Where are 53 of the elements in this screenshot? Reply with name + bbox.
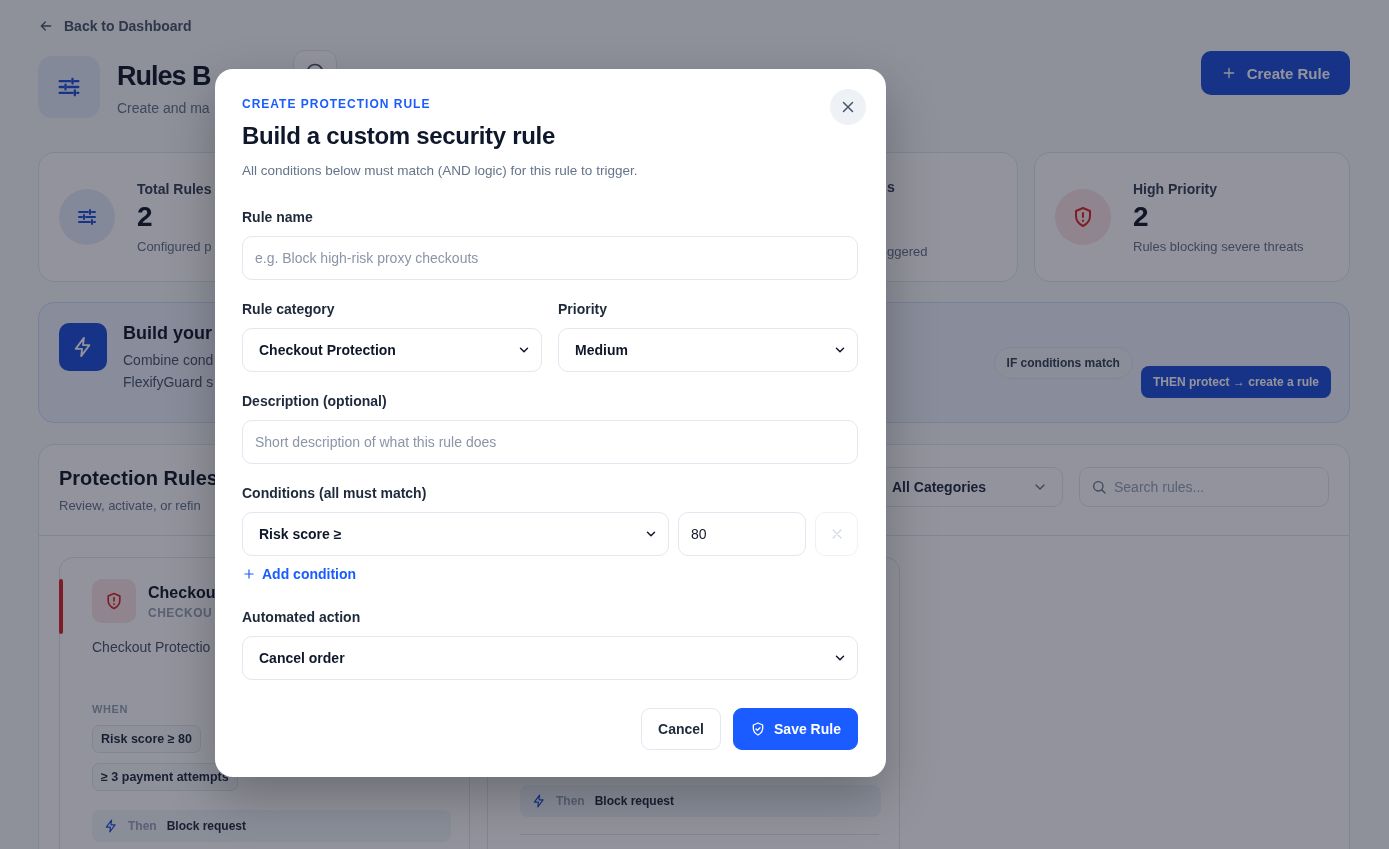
- flow-pill: THEN protect → create a rule: [1140, 366, 1331, 398]
- field-label: Priority: [558, 300, 608, 318]
- stat-caption: ggered: [887, 244, 928, 259]
- field-label: Rule category: [242, 300, 336, 318]
- description-field[interactable]: Short description of what this rule does: [242, 420, 858, 464]
- stat-label: Total Rules: [137, 180, 212, 197]
- arrow-left-icon: [38, 18, 54, 34]
- stat-label: s: [887, 179, 895, 195]
- stat-caption: Rules blocking severe threats: [1133, 238, 1304, 254]
- stat-label: High Priority: [1133, 180, 1217, 197]
- field-label: Conditions (all must match): [242, 484, 428, 502]
- rule-name-field[interactable]: e.g. Block high-risk proxy checkouts: [242, 236, 858, 280]
- field-label: Description (optional): [242, 392, 388, 410]
- bolt-icon: [104, 819, 118, 833]
- save-button[interactable]: Save Rule: [733, 708, 858, 750]
- banner-text: Combine cond: [123, 352, 214, 368]
- page-subtitle: Create and ma: [117, 100, 210, 116]
- panel-subtitle: Review, activate, or refin: [59, 498, 201, 513]
- shield-alert-icon: [104, 591, 124, 611]
- add-condition-link[interactable]: Add condition: [242, 566, 357, 582]
- bolt-icon: [532, 794, 546, 808]
- stat-value: 2: [1133, 200, 1149, 233]
- banner-title: Build your: [123, 323, 212, 344]
- modal-eyebrow: CREATE PROTECTION RULE: [242, 97, 432, 111]
- priority-select[interactable]: Medium: [558, 328, 858, 372]
- field-label: Rule name: [242, 208, 314, 226]
- search-field[interactable]: Search rules...: [1079, 467, 1329, 507]
- create-rule-button[interactable]: Create Rule: [1200, 51, 1350, 95]
- stat-caption: Configured p: [137, 238, 212, 254]
- panel-title: Protection Rules: [59, 467, 218, 490]
- stat-value: 2: [137, 200, 153, 233]
- field-label: Automated action: [242, 608, 362, 626]
- rule-category: CHECKOU: [148, 606, 213, 620]
- action-text: Block request: [594, 794, 675, 808]
- category-select[interactable]: Checkout Protection: [242, 328, 542, 372]
- banner-text: FlexifyGuard s: [123, 374, 214, 390]
- flow-pill: IF conditions match: [993, 347, 1133, 379]
- action-text: Block request: [166, 819, 247, 833]
- modal-subtitle: All conditions below must match (AND logic) for this rule to trigger.: [242, 163, 638, 178]
- plus-icon: [242, 567, 256, 581]
- action-select[interactable]: Cancel order: [242, 636, 858, 680]
- cancel-button[interactable]: Cancel: [641, 708, 721, 750]
- when-label: WHEN: [92, 703, 128, 715]
- search-icon: [1091, 479, 1107, 495]
- close-button[interactable]: [830, 89, 866, 125]
- rule-title: Checkou: [148, 584, 216, 602]
- page-title: Rules B: [117, 60, 211, 92]
- severity-bar: [59, 579, 63, 634]
- modal-title: Build a custom security rule: [242, 122, 557, 150]
- back-link[interactable]: Back to Dashboard: [38, 18, 192, 34]
- condition-tag: Risk score ≥ 80: [92, 725, 201, 753]
- rule-description: Checkout Protectio: [92, 639, 211, 655]
- condition-tag: ≥ 3 payment attempts: [92, 763, 238, 791]
